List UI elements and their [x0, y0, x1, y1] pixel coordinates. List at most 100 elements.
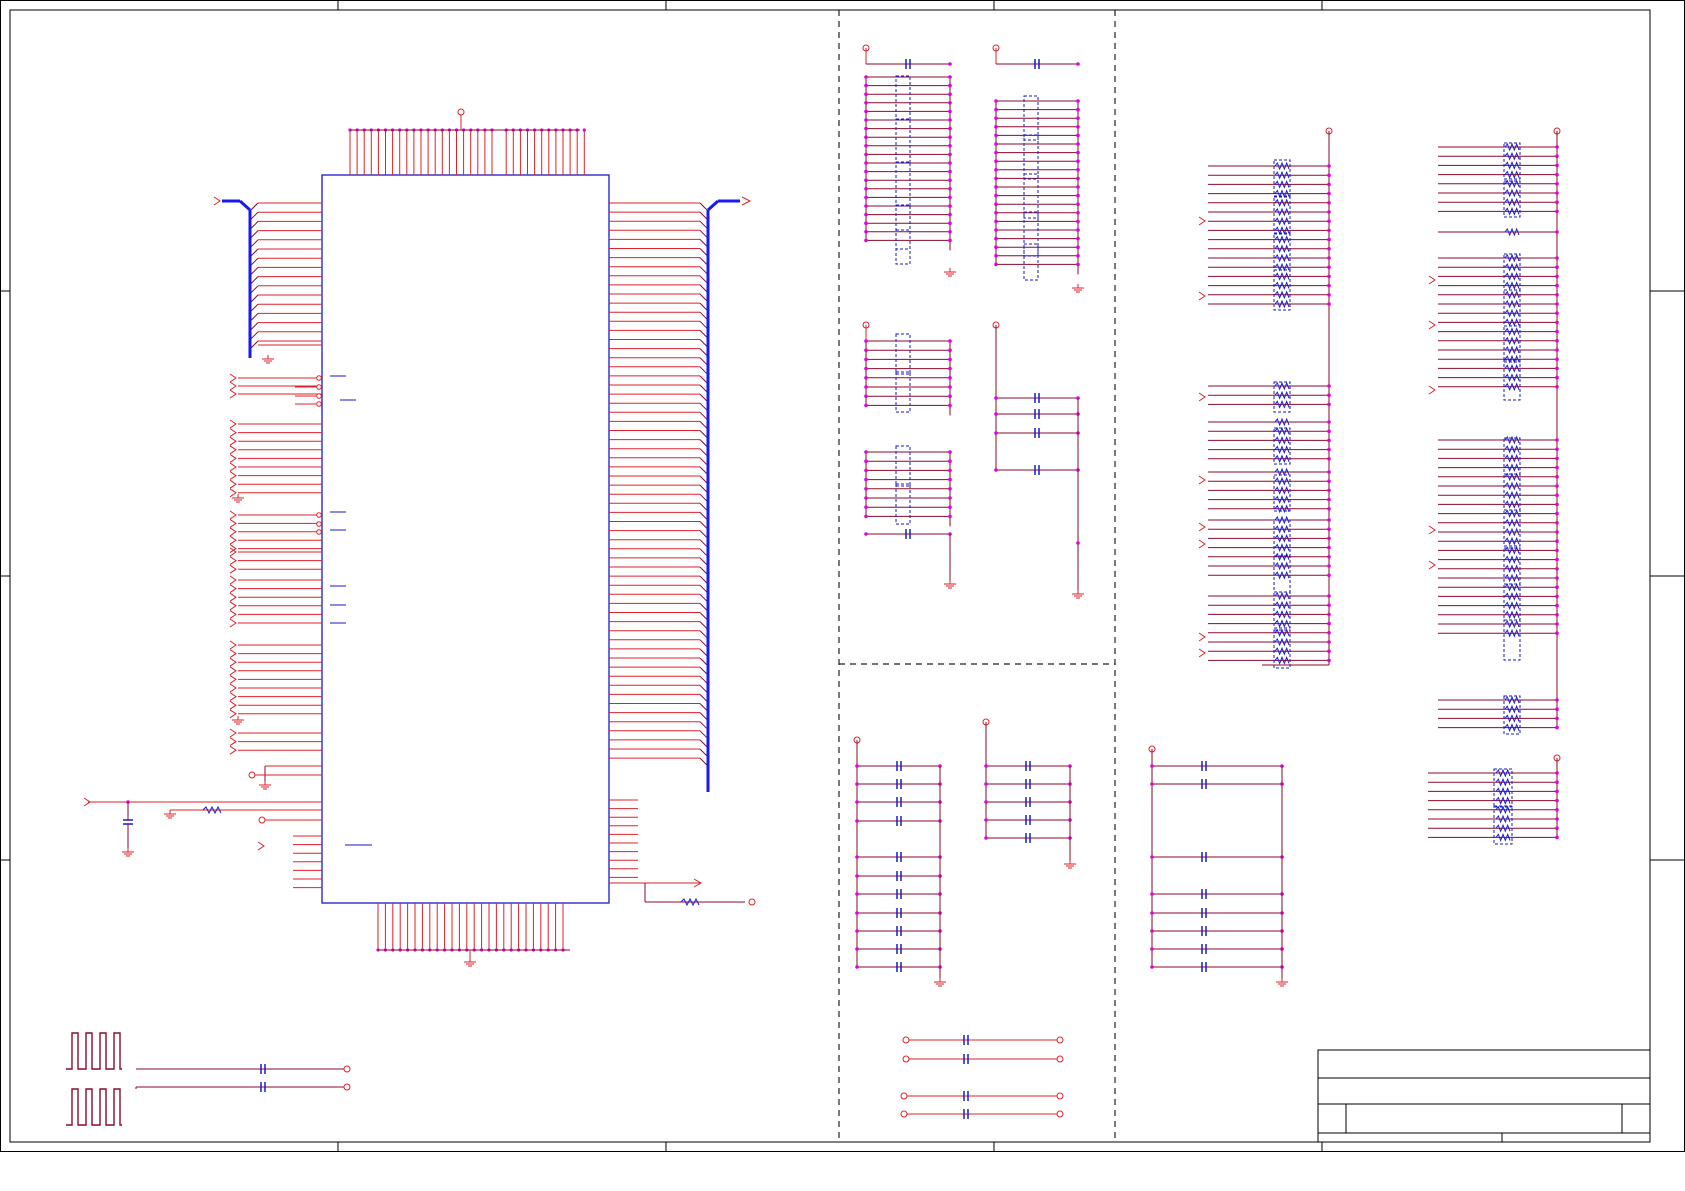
- junction-dot: [1555, 265, 1559, 270]
- junction-dot: [994, 168, 998, 172]
- junction-dot: [1555, 209, 1559, 214]
- junction-dot: [994, 431, 998, 435]
- net-port: [1198, 539, 1206, 549]
- junction-dot: [948, 144, 952, 148]
- junction-dot: [1327, 265, 1331, 270]
- junction-dot: [864, 152, 868, 157]
- junction-dot: [1555, 798, 1559, 803]
- net-port: [229, 479, 237, 489]
- junction-dot: [1555, 484, 1559, 488]
- junction-dot: [948, 385, 952, 389]
- junction-dot: [864, 468, 868, 473]
- junction-dot: [1555, 438, 1559, 442]
- junction-dot: [1327, 594, 1331, 598]
- component-package: [1023, 134, 1039, 180]
- junction-dot: [1327, 518, 1331, 522]
- outer-frame: [0, 0, 1685, 1152]
- title-block: [1317, 1049, 1651, 1143]
- junction-dot: [1555, 230, 1559, 234]
- component-package: [895, 118, 911, 164]
- junction-dot: [1327, 470, 1331, 474]
- junction-dot: [1327, 573, 1331, 577]
- inner-frame: [9, 9, 1651, 1143]
- junction-dot: [864, 212, 868, 217]
- junction-dot: [1327, 173, 1331, 177]
- junction-dot: [864, 135, 868, 139]
- net-port: [229, 518, 237, 528]
- junction-dot: [1327, 497, 1331, 502]
- junction-dot: [1327, 447, 1331, 452]
- net-port: [229, 674, 237, 684]
- inversion-bubble: [316, 521, 322, 527]
- junction-dot: [855, 929, 859, 933]
- component-package: [1023, 211, 1039, 257]
- junction-dot: [864, 532, 868, 536]
- junction-dot: [948, 221, 952, 225]
- junction-dot: [864, 92, 868, 96]
- oscillator-waveform: [66, 1032, 122, 1070]
- component-package: [1023, 243, 1039, 281]
- component-package: [895, 483, 911, 525]
- junction-dot: [864, 514, 868, 519]
- junction-dot: [1327, 210, 1331, 214]
- junction-dot: [1327, 302, 1331, 306]
- net-port: [229, 488, 237, 498]
- net-port: [257, 841, 265, 851]
- junction-dot: [948, 376, 952, 380]
- net-port: [229, 445, 237, 455]
- junction-dot: [948, 152, 952, 157]
- junction-dot: [948, 204, 952, 208]
- junction-dot: [948, 339, 952, 343]
- junction-dot: [984, 764, 988, 768]
- junction-dot: [1076, 176, 1080, 181]
- schematic-sheet: [0, 0, 1685, 1191]
- inversion-bubble: [316, 529, 322, 535]
- junction-dot: [1327, 457, 1331, 461]
- power-port: [900, 1110, 908, 1118]
- junction-dot: [948, 514, 952, 519]
- junction-dot: [1076, 245, 1080, 249]
- junction-dot: [864, 187, 868, 191]
- junction-dot: [948, 62, 952, 66]
- junction-dot: [994, 412, 998, 416]
- junction-dot: [855, 782, 859, 786]
- junction-dot: [948, 135, 952, 139]
- junction-dot: [1555, 808, 1559, 812]
- junction-dot: [1555, 530, 1559, 534]
- junction-dot: [1555, 200, 1559, 204]
- inversion-bubble: [316, 512, 322, 518]
- junction-dot: [1076, 211, 1080, 215]
- junction-dot: [984, 836, 988, 840]
- junction-dot: [948, 487, 952, 491]
- junction-dot: [1327, 247, 1331, 251]
- junction-dot: [864, 366, 868, 371]
- junction-dot: [1555, 826, 1559, 830]
- junction-dot: [1327, 164, 1331, 168]
- power-port: [1056, 1055, 1064, 1063]
- junction-dot: [994, 107, 998, 112]
- junction-dot: [855, 892, 859, 896]
- junction-dot: [1150, 892, 1154, 896]
- junction-dot: [1076, 62, 1080, 66]
- net-port: [229, 618, 237, 628]
- net-port: [1428, 385, 1436, 395]
- junction-dot: [994, 211, 998, 215]
- junction-dot: [864, 348, 868, 353]
- junction-dot: [1327, 555, 1331, 559]
- junction-dot: [1555, 465, 1559, 470]
- inversion-bubble: [316, 375, 322, 381]
- junction-dot: [994, 202, 998, 206]
- junction-dot: [1555, 366, 1559, 371]
- junction-dot: [1327, 479, 1331, 484]
- junction-dot: [994, 245, 998, 249]
- junction-dot: [1555, 163, 1559, 168]
- net-port: [1198, 648, 1206, 658]
- junction-dot: [1555, 311, 1559, 316]
- junction-dot: [994, 116, 998, 120]
- schematic-canvas: [0, 0, 1685, 1152]
- junction-dot: [1327, 402, 1331, 407]
- junction-dot: [1327, 507, 1331, 511]
- junction-dot: [864, 505, 868, 510]
- junction-dot: [1555, 521, 1559, 525]
- junction-dot: [1555, 320, 1559, 325]
